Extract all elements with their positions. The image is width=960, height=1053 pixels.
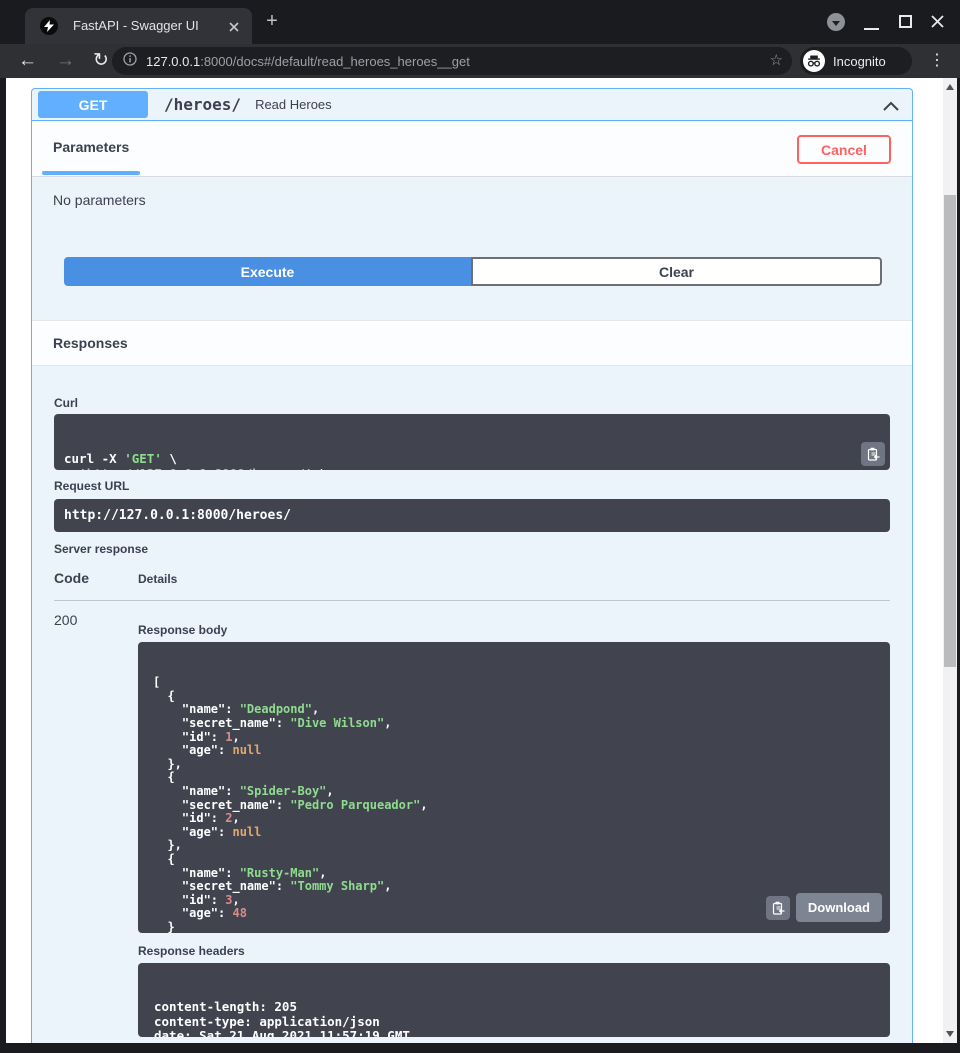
cancel-button[interactable]: Cancel (797, 135, 891, 164)
parameters-header-section: Parameters Cancel (32, 122, 912, 177)
url-path: :8000/docs#/default/read_heroes_heroes__… (200, 54, 470, 69)
responses-title: Responses (53, 335, 128, 351)
fastapi-favicon-icon (40, 17, 58, 35)
response-headers-block: content-length: 205content-type: applica… (138, 963, 890, 1037)
browser-toolbar: ← → ↻ 127.0.0.1:8000/docs#/default/read_… (0, 44, 960, 78)
scrollbar-thumb[interactable] (944, 195, 956, 667)
endpoint-summary: Read Heroes (255, 97, 332, 112)
response-headers-code: content-length: 205content-type: applica… (154, 1000, 890, 1037)
forward-button[interactable]: → (56, 48, 75, 74)
no-parameters-text: No parameters (53, 192, 146, 208)
responses-section-body: Curl curl -X 'GET' \ 'http://127.0.0.1:8… (33, 367, 911, 1043)
details-column-header: Details (138, 572, 177, 586)
method-badge: GET (38, 91, 148, 118)
collapse-chevron-icon[interactable] (883, 98, 899, 116)
server-response-label: Server response (54, 542, 148, 556)
table-divider (54, 600, 890, 601)
bookmark-star-icon[interactable]: ☆ (770, 51, 783, 69)
scrollbar-up-icon[interactable] (946, 84, 954, 90)
responses-section-header: Responses (32, 320, 912, 366)
incognito-icon (803, 50, 825, 72)
window-maximize-button[interactable] (899, 15, 912, 28)
url-host: 127.0.0.1 (146, 54, 200, 69)
execute-button[interactable]: Execute (64, 257, 471, 286)
operation-header[interactable]: GET /heroes/ Read Heroes (32, 89, 912, 121)
scrollbar-down-icon[interactable] (946, 1031, 954, 1037)
tab-parameters[interactable]: Parameters (53, 139, 129, 155)
clear-button[interactable]: Clear (471, 257, 882, 286)
request-url-label: Request URL (54, 479, 129, 493)
tab-title: FastAPI - Swagger UI (73, 18, 199, 33)
address-bar[interactable]: 127.0.0.1:8000/docs#/default/read_heroes… (112, 47, 792, 75)
download-button[interactable]: Download (796, 893, 882, 922)
tab-search-button[interactable] (827, 13, 845, 31)
incognito-label: Incognito (833, 54, 886, 69)
window-minimize-button[interactable] (864, 28, 879, 30)
window-close-button[interactable] (930, 14, 945, 29)
response-body-code: [ { "name": "Deadpond", "secret_name": "… (153, 676, 890, 933)
response-body-label: Response body (138, 623, 227, 637)
parameters-body-section: No parameters Execute Clear (32, 177, 912, 320)
reload-button[interactable]: ↻ (93, 48, 109, 74)
tab-close-icon[interactable] (228, 20, 240, 32)
curl-label: Curl (54, 396, 78, 410)
opblock-get-heroes: GET /heroes/ Read Heroes Parameters Canc… (31, 88, 913, 1043)
curl-code: curl -X 'GET' \ 'http://127.0.0.1:8000/h… (64, 451, 890, 470)
execute-row: Execute Clear (64, 257, 882, 286)
browser-tab-strip: FastAPI - Swagger UI + (0, 0, 960, 44)
page-scrollbar[interactable] (943, 78, 957, 1043)
new-tab-button[interactable]: + (262, 12, 282, 32)
site-info-icon[interactable] (123, 52, 137, 71)
status-code: 200 (54, 612, 77, 628)
browser-tab[interactable]: FastAPI - Swagger UI (25, 8, 252, 44)
copy-response-button[interactable] (766, 896, 790, 920)
response-body-block: [ { "name": "Deadpond", "secret_name": "… (138, 642, 890, 933)
swagger-page: GET /heroes/ Read Heroes Parameters Canc… (6, 78, 943, 1043)
caret-down-icon (832, 21, 840, 26)
window-frame-bottom (0, 1043, 960, 1053)
endpoint-path: /heroes/ (164, 95, 241, 114)
copy-curl-button[interactable] (861, 442, 885, 466)
url-text: 127.0.0.1:8000/docs#/default/read_heroes… (146, 54, 470, 69)
response-headers-label: Response headers (138, 944, 245, 958)
code-column-header: Code (54, 570, 89, 586)
incognito-badge: Incognito (800, 47, 912, 75)
active-tab-underline (42, 171, 140, 175)
back-button[interactable]: ← (18, 48, 37, 74)
request-url-block: http://127.0.0.1:8000/heroes/ (54, 499, 890, 532)
curl-command-block: curl -X 'GET' \ 'http://127.0.0.1:8000/h… (54, 414, 890, 470)
browser-menu-button[interactable]: ⋮ (929, 50, 945, 72)
